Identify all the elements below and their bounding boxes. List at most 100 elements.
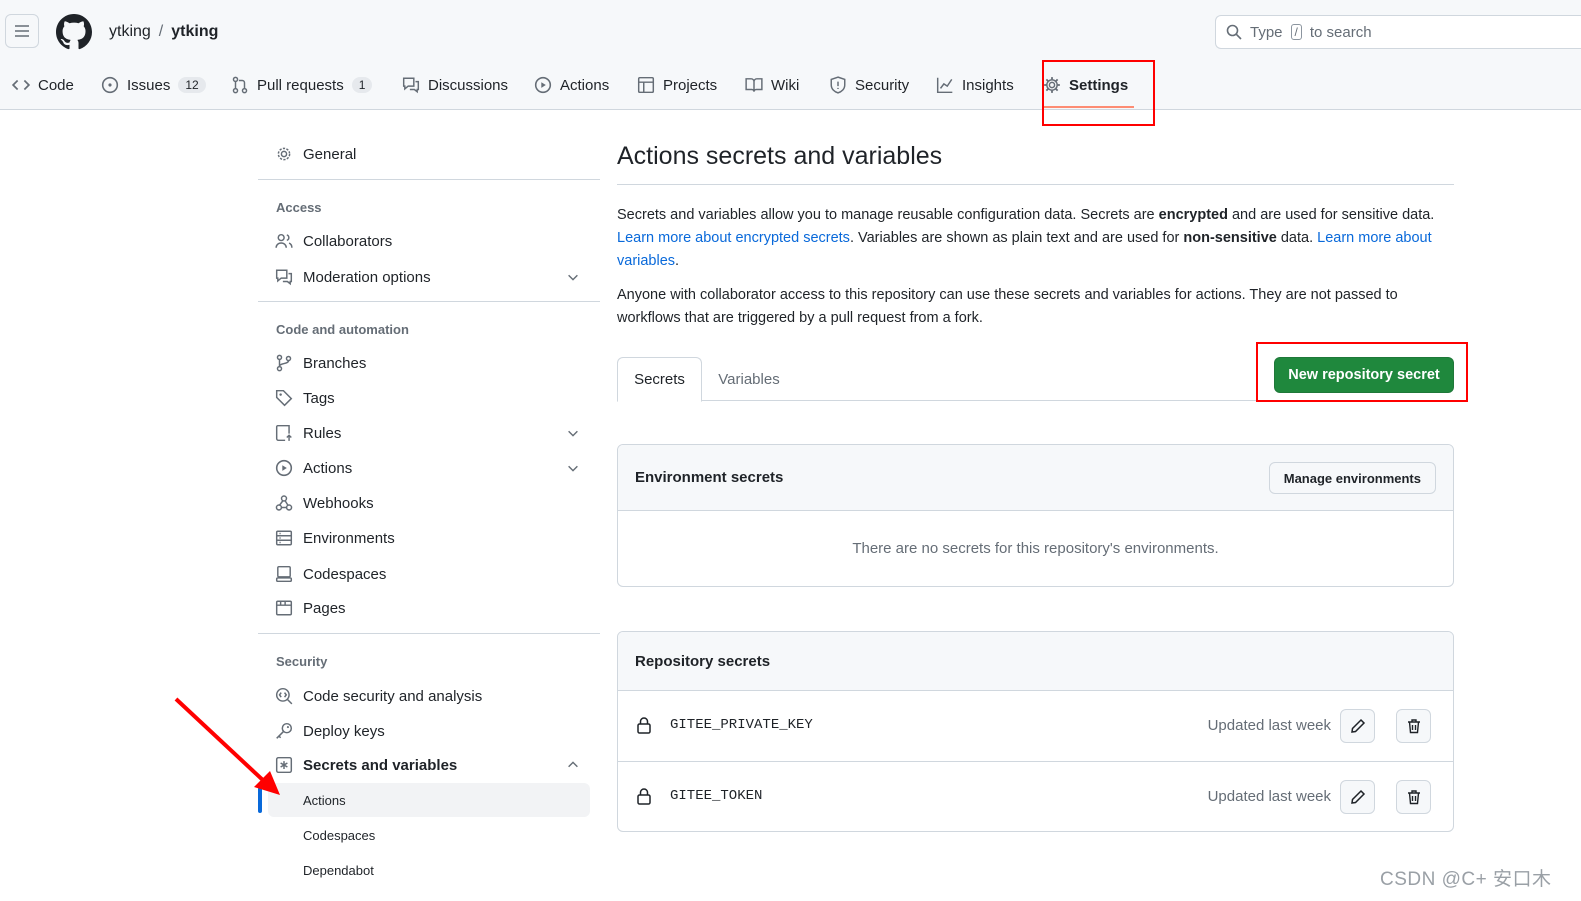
issues-counter: 12 (178, 77, 206, 93)
secret-row: GITEE_TOKEN Updated last week (618, 761, 1453, 831)
discussion-icon (402, 77, 420, 94)
sidebar-subitem-codespaces[interactable]: Codespaces (268, 818, 590, 852)
sidebar-item-webhooks[interactable]: Webhooks (258, 487, 600, 519)
menu-button[interactable] (5, 14, 39, 48)
repo-link[interactable]: ytking (171, 23, 218, 41)
sidebar-divider (258, 633, 600, 634)
sidebar-item-label: Tags (303, 389, 335, 407)
sidebar-item-label: Actions (303, 459, 353, 477)
sidebar-item-branches[interactable]: Branches (258, 347, 600, 379)
tab-insights[interactable]: Insights (936, 68, 1014, 102)
search-input[interactable]: Type / to search (1215, 15, 1581, 49)
intro-text: data. (1276, 230, 1318, 246)
tab-security[interactable]: Security (829, 68, 909, 102)
tab-pull-requests-label: Pull requests (257, 76, 344, 94)
sidebar-item-codespaces[interactable]: Codespaces (258, 558, 600, 590)
play-icon (534, 76, 552, 94)
tab-wiki[interactable]: Wiki (745, 68, 799, 102)
sidebar-subitem-label: Actions (303, 792, 346, 808)
tab-variables[interactable]: Variables (703, 357, 795, 401)
sidebar-item-pages[interactable]: Pages (258, 592, 600, 624)
pencil-icon (1350, 718, 1365, 733)
environment-secrets-title: Environment secrets (635, 469, 784, 486)
sidebar-item-label: Rules (303, 424, 342, 442)
tab-pull-requests[interactable]: Pull requests 1 (231, 68, 373, 102)
search-shortcut-key: / (1290, 24, 1302, 40)
hamburger-icon (15, 25, 29, 37)
secret-name: GITEE_TOKEN (670, 788, 763, 804)
issue-icon (101, 76, 119, 94)
sidebar-item-secrets-and-variables[interactable]: Secrets and variables (258, 749, 600, 781)
tab-security-label: Security (855, 76, 910, 94)
sidebar-item-code-security[interactable]: Code security and analysis (258, 680, 600, 712)
chevron-down-icon[interactable] (566, 270, 580, 284)
sidebar-subitem-label: Codespaces (303, 827, 376, 843)
empty-state-message: There are no secrets for this repository… (852, 540, 1219, 557)
lock-icon (637, 717, 651, 734)
sidebar-item-label: Collaborators (303, 232, 393, 250)
tab-code-label: Code (38, 76, 74, 94)
sidebar-heading-security: Security (276, 654, 328, 669)
edit-secret-button[interactable] (1340, 709, 1375, 743)
sidebar-item-label: Deploy keys (303, 722, 385, 740)
sidebar-item-deploy-keys[interactable]: Deploy keys (258, 715, 600, 747)
comment-discussion-icon (275, 269, 293, 286)
browser-icon (275, 600, 293, 616)
trash-icon (1407, 719, 1420, 734)
sidebar-heading-code-automation: Code and automation (276, 322, 409, 337)
sidebar-item-moderation-options[interactable]: Moderation options (258, 261, 600, 293)
sidebar-item-rules[interactable]: Rules (258, 417, 600, 449)
sidebar-item-label: Environments (303, 529, 395, 547)
tab-discussions[interactable]: Discussions (402, 68, 508, 102)
chevron-down-icon[interactable] (566, 461, 580, 475)
book-icon (745, 78, 763, 92)
sidebar-item-label: Webhooks (303, 494, 374, 512)
learn-more-secrets-link[interactable]: Learn more about encrypted secrets (617, 230, 850, 246)
server-icon (275, 530, 293, 546)
breadcrumb: ytking / ytking (109, 23, 218, 41)
sidebar-item-label: Branches (303, 354, 367, 372)
sidebar-subitem-actions[interactable]: Actions (268, 783, 590, 817)
owner-link[interactable]: ytking (109, 23, 151, 41)
manage-environments-button[interactable]: Manage environments (1268, 462, 1436, 494)
repo-push-icon (275, 424, 292, 442)
tab-issues[interactable]: Issues 12 (101, 68, 206, 102)
tab-projects-label: Projects (663, 76, 718, 94)
tab-wiki-label: Wiki (771, 76, 800, 94)
tab-projects[interactable]: Projects (637, 68, 717, 102)
edit-secret-button[interactable] (1340, 780, 1375, 814)
sidebar-subitem-dependabot[interactable]: Dependabot (268, 853, 590, 887)
sidebar-item-actions[interactable]: Actions (258, 452, 600, 484)
gear-icon (277, 147, 291, 161)
search-placeholder-prefix: Type (1250, 23, 1283, 41)
tab-actions[interactable]: Actions (534, 68, 609, 102)
sidebar-item-tags[interactable]: Tags (258, 382, 600, 414)
annotation-box-new-secret (1256, 342, 1468, 402)
sidebar-divider (258, 301, 600, 302)
sidebar-item-environments[interactable]: Environments (258, 522, 600, 554)
secret-updated: Updated last week (1207, 717, 1331, 734)
sidebar-item-label: Moderation options (303, 268, 431, 286)
sidebar-heading-access: Access (276, 200, 322, 215)
tab-actions-label: Actions (560, 76, 610, 94)
lock-icon (637, 788, 651, 805)
sidebar-item-collaborators[interactable]: Collaborators (258, 225, 600, 257)
sidebar-subitem-label: Dependabot (303, 862, 374, 878)
webhook-icon (275, 495, 293, 511)
sidebar-item-general[interactable]: General (258, 138, 600, 170)
chevron-down-icon[interactable] (566, 426, 580, 440)
sidebar-item-label: Pages (303, 599, 346, 617)
chevron-up-icon[interactable] (566, 758, 580, 772)
delete-secret-button[interactable] (1396, 709, 1431, 743)
sidebar-item-label: Secrets and variables (303, 756, 458, 774)
tab-secrets[interactable]: Secrets (617, 357, 702, 402)
secret-updated: Updated last week (1207, 788, 1331, 805)
tab-code[interactable]: Code (12, 68, 74, 102)
delete-secret-button[interactable] (1396, 780, 1431, 814)
github-logo-icon[interactable] (56, 14, 92, 50)
annotation-arrow (174, 697, 280, 795)
environment-secrets-box: Environment secrets Manage environments … (617, 444, 1454, 587)
shield-icon (830, 76, 846, 94)
intro-bold-non-sensitive: non-sensitive (1183, 230, 1277, 246)
app-header: ytking / ytking Type / to search Code Is… (0, 0, 1581, 110)
